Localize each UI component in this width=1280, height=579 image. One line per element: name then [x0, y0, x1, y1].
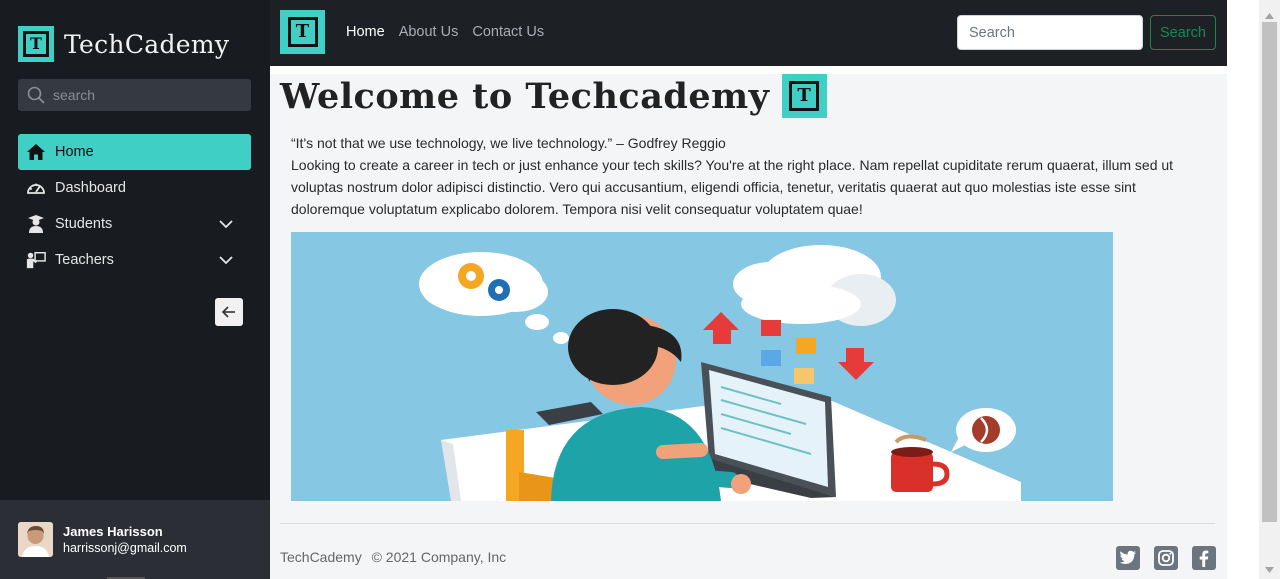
- sidebar-item-label: Students: [55, 216, 113, 232]
- main-content: Welcome to Techcademy T “It's not that w…: [270, 66, 1227, 579]
- copyright-text: © 2021 Company, Inc: [371, 549, 507, 565]
- scrollbar-thumb[interactable]: [1262, 22, 1277, 522]
- sidebar-item-dashboard[interactable]: Dashboard: [18, 170, 251, 206]
- sidebar-item-label: Home: [55, 144, 94, 160]
- instagram-icon[interactable]: [1154, 546, 1178, 570]
- scroll-up-icon[interactable]: [1264, 6, 1275, 19]
- navbar-search-input[interactable]: [957, 15, 1143, 50]
- user-name: James Harisson: [63, 524, 163, 539]
- sidebar-search: [18, 79, 251, 111]
- page-header: Welcome to Techcademy T: [280, 74, 827, 118]
- arrow-left-icon: [221, 303, 236, 322]
- sidebar-item-label: Dashboard: [55, 180, 126, 196]
- facebook-icon[interactable]: [1192, 546, 1216, 570]
- sidebar-nav: Home Dashboard Students Teachers: [18, 134, 251, 278]
- navbar-logo-letter: T: [287, 17, 318, 47]
- sidebar-brand[interactable]: T TechCademy: [18, 26, 229, 62]
- sidebar-item-teachers[interactable]: Teachers: [18, 242, 251, 278]
- title-logo: T: [781, 74, 827, 118]
- sidebar-item-home[interactable]: Home: [18, 134, 251, 170]
- social-links: [1116, 546, 1216, 570]
- sidebar-item-label: Teachers: [55, 252, 114, 268]
- footer-divider: [280, 523, 1215, 524]
- twitter-icon[interactable]: [1116, 546, 1140, 570]
- user-email: harrissonj@gmail.com: [63, 541, 187, 555]
- main-top-strip: [270, 66, 1227, 74]
- brand-logo-letter: T: [23, 31, 49, 57]
- chevron-down-icon[interactable]: [219, 253, 233, 267]
- title-logo-letter: T: [789, 81, 820, 111]
- search-icon: [27, 86, 45, 104]
- navbar-logo[interactable]: T: [280, 10, 325, 54]
- top-navbar: T Home About Us Contact Us Search: [270, 0, 1227, 66]
- page-title: Welcome to Techcademy: [280, 75, 770, 117]
- footer-copyright: TechCademy © 2021 Company, Inc: [280, 549, 506, 565]
- nav-link-about[interactable]: About Us: [399, 24, 459, 40]
- home-icon: [26, 142, 46, 162]
- sidebar: T TechCademy Home Dashboard Students: [0, 0, 270, 579]
- sidebar-search-input[interactable]: [53, 87, 233, 103]
- intro-text: “It's not that we use technology, we liv…: [291, 132, 1211, 220]
- chevron-down-icon[interactable]: [219, 217, 233, 231]
- sidebar-collapse-button[interactable]: [215, 298, 243, 326]
- nav-link-home[interactable]: Home: [346, 24, 385, 40]
- footer-brand[interactable]: TechCademy: [280, 549, 362, 565]
- nav-link-contact[interactable]: Contact Us: [472, 24, 544, 40]
- navbar-search-button[interactable]: Search: [1150, 15, 1216, 50]
- vertical-scrollbar[interactable]: [1259, 0, 1280, 579]
- teacher-icon: [26, 250, 46, 270]
- quote-text: “It's not that we use technology, we liv…: [291, 135, 726, 151]
- sidebar-item-students[interactable]: Students: [18, 206, 251, 242]
- dashboard-icon: [26, 178, 46, 198]
- student-icon: [26, 214, 46, 234]
- hero-illustration: [291, 232, 1113, 501]
- navbar-links: Home About Us Contact Us: [346, 24, 544, 40]
- brand-logo: T: [18, 26, 54, 62]
- avatar: [18, 522, 53, 557]
- scroll-down-icon[interactable]: [1264, 560, 1275, 573]
- page-right-margin: [1227, 0, 1259, 579]
- intro-paragraph: Looking to create a career in tech or ju…: [291, 157, 1174, 217]
- user-profile[interactable]: James Harisson harrissonj@gmail.com: [0, 500, 270, 579]
- brand-name: TechCademy: [64, 29, 230, 59]
